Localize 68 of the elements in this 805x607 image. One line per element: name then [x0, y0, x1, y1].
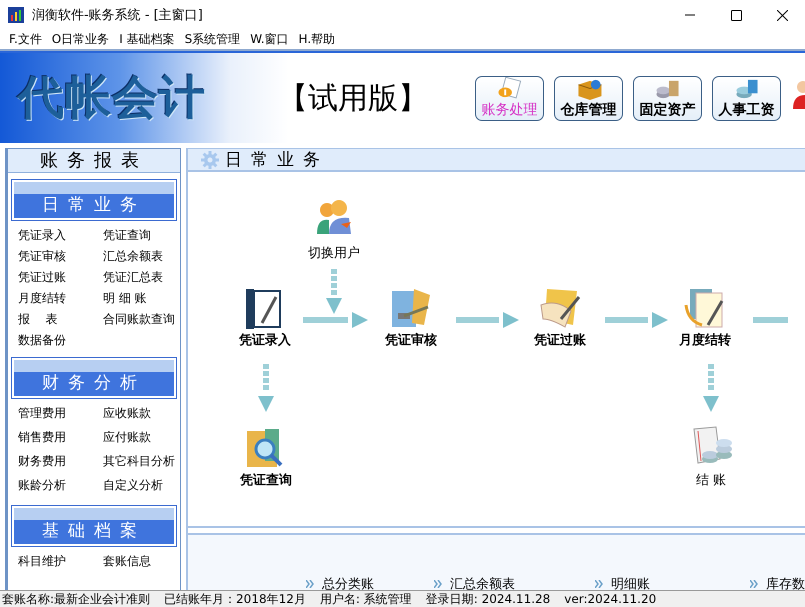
menu-item[interactable]: W.窗口 — [245, 30, 294, 48]
person-icon — [791, 79, 805, 109]
node-label[interactable]: 凭证审核 — [385, 331, 437, 349]
quick-link[interactable]: 库存数 — [766, 575, 805, 593]
module-button[interactable]: 固定资产 — [633, 76, 702, 120]
quick-link[interactable]: 明细账 — [611, 575, 650, 593]
quick-link[interactable]: 汇总余额表 — [450, 575, 515, 593]
sidebar-item[interactable]: 凭证汇总表 — [103, 267, 180, 288]
flow-arrow — [703, 364, 719, 412]
node-label[interactable]: 凭证过账 — [534, 331, 586, 349]
window-title: 润衡软件-账务系统 - [主窗口] — [32, 7, 204, 24]
node-label[interactable]: 月度结转 — [679, 331, 731, 349]
sidebar-item[interactable]: 报 表 — [18, 309, 103, 330]
sidebar-item[interactable]: 财务费用 — [18, 451, 103, 475]
double-chevron-icon — [595, 580, 603, 588]
node-label[interactable]: 切换用户 — [308, 244, 360, 262]
flow-arrow — [258, 364, 274, 412]
double-chevron-icon — [434, 580, 442, 588]
sidebar-item[interactable]: 其它科目分析 — [103, 451, 180, 475]
menu-item[interactable]: O日常业务 — [46, 30, 114, 48]
menu-item[interactable]: I 基础档案 — [114, 30, 180, 48]
app-icon — [8, 7, 24, 23]
panel-title: 日常业务 — [225, 149, 329, 171]
module-button[interactable]: 仓库管理 — [554, 76, 623, 120]
menu-item[interactable]: F.文件 — [4, 30, 47, 48]
sidebar-item[interactable]: 合同账款查询 — [103, 309, 180, 330]
sidebar-item[interactable]: 套账信息 — [103, 551, 180, 572]
maximize-icon — [730, 10, 742, 20]
close-icon — [776, 10, 788, 20]
module-button[interactable]: 账务处理 — [475, 76, 544, 120]
sidebar-item[interactable]: 科目维护 — [18, 551, 103, 572]
sidebar-item[interactable]: 管理费用 — [18, 403, 103, 427]
sidebar-title: 账务报表 — [8, 149, 180, 173]
status-text: 套账名称:最新企业会计准则 — [2, 591, 150, 607]
module-button[interactable]: 人事工资 — [712, 76, 781, 120]
double-chevron-icon — [306, 580, 314, 588]
sidebar-item[interactable]: 凭证审核 — [18, 246, 103, 267]
sidebar-item[interactable]: 汇总余额表 — [103, 246, 180, 267]
status-text: 已结账年月：2018年12月 — [164, 591, 306, 607]
sidebar-item[interactable]: 应付账款 — [103, 427, 180, 451]
quick-link[interactable]: 总分类账 — [322, 575, 374, 593]
logo-text: 代帐会计 — [18, 69, 207, 126]
sidebar-item[interactable]: 凭证查询 — [103, 225, 180, 246]
sidebar-item[interactable]: 数据备份 — [18, 330, 103, 351]
section-header: 日常业务 — [11, 179, 177, 221]
section-header: 基础档案 — [11, 505, 177, 547]
gear-icon — [201, 150, 219, 168]
sidebar-item[interactable]: 自定义分析 — [103, 475, 180, 499]
menu-item[interactable]: S系统管理 — [180, 30, 246, 48]
sidebar-item[interactable]: 明 细 账 — [103, 288, 180, 309]
status-text: ver:2024.11.20 — [564, 591, 656, 607]
section-header: 财务分析 — [11, 357, 177, 399]
flow-arrow — [456, 312, 519, 328]
edition-label: 【试用版】 — [278, 80, 429, 118]
sidebar-item[interactable]: 销售费用 — [18, 427, 103, 451]
sidebar-item[interactable]: 账龄分析 — [18, 475, 103, 499]
menu-item[interactable]: H.帮助 — [294, 30, 340, 48]
flow-arrow — [605, 312, 668, 328]
double-chevron-icon — [750, 580, 758, 588]
sidebar-item[interactable]: 凭证过账 — [18, 267, 103, 288]
sidebar-item[interactable]: 凭证录入 — [18, 225, 103, 246]
node-label[interactable]: 凭证查询 — [240, 471, 292, 489]
status-text: 用户名: 系统管理 — [320, 591, 412, 607]
status-text: 登录日期: 2024.11.28 — [426, 591, 550, 607]
sidebar-item[interactable]: 月度结转 — [18, 288, 103, 309]
node-label[interactable]: 凭证录入 — [239, 331, 291, 349]
sidebar-item[interactable]: 应收账款 — [103, 403, 180, 427]
node-label[interactable]: 结 账 — [696, 471, 726, 489]
